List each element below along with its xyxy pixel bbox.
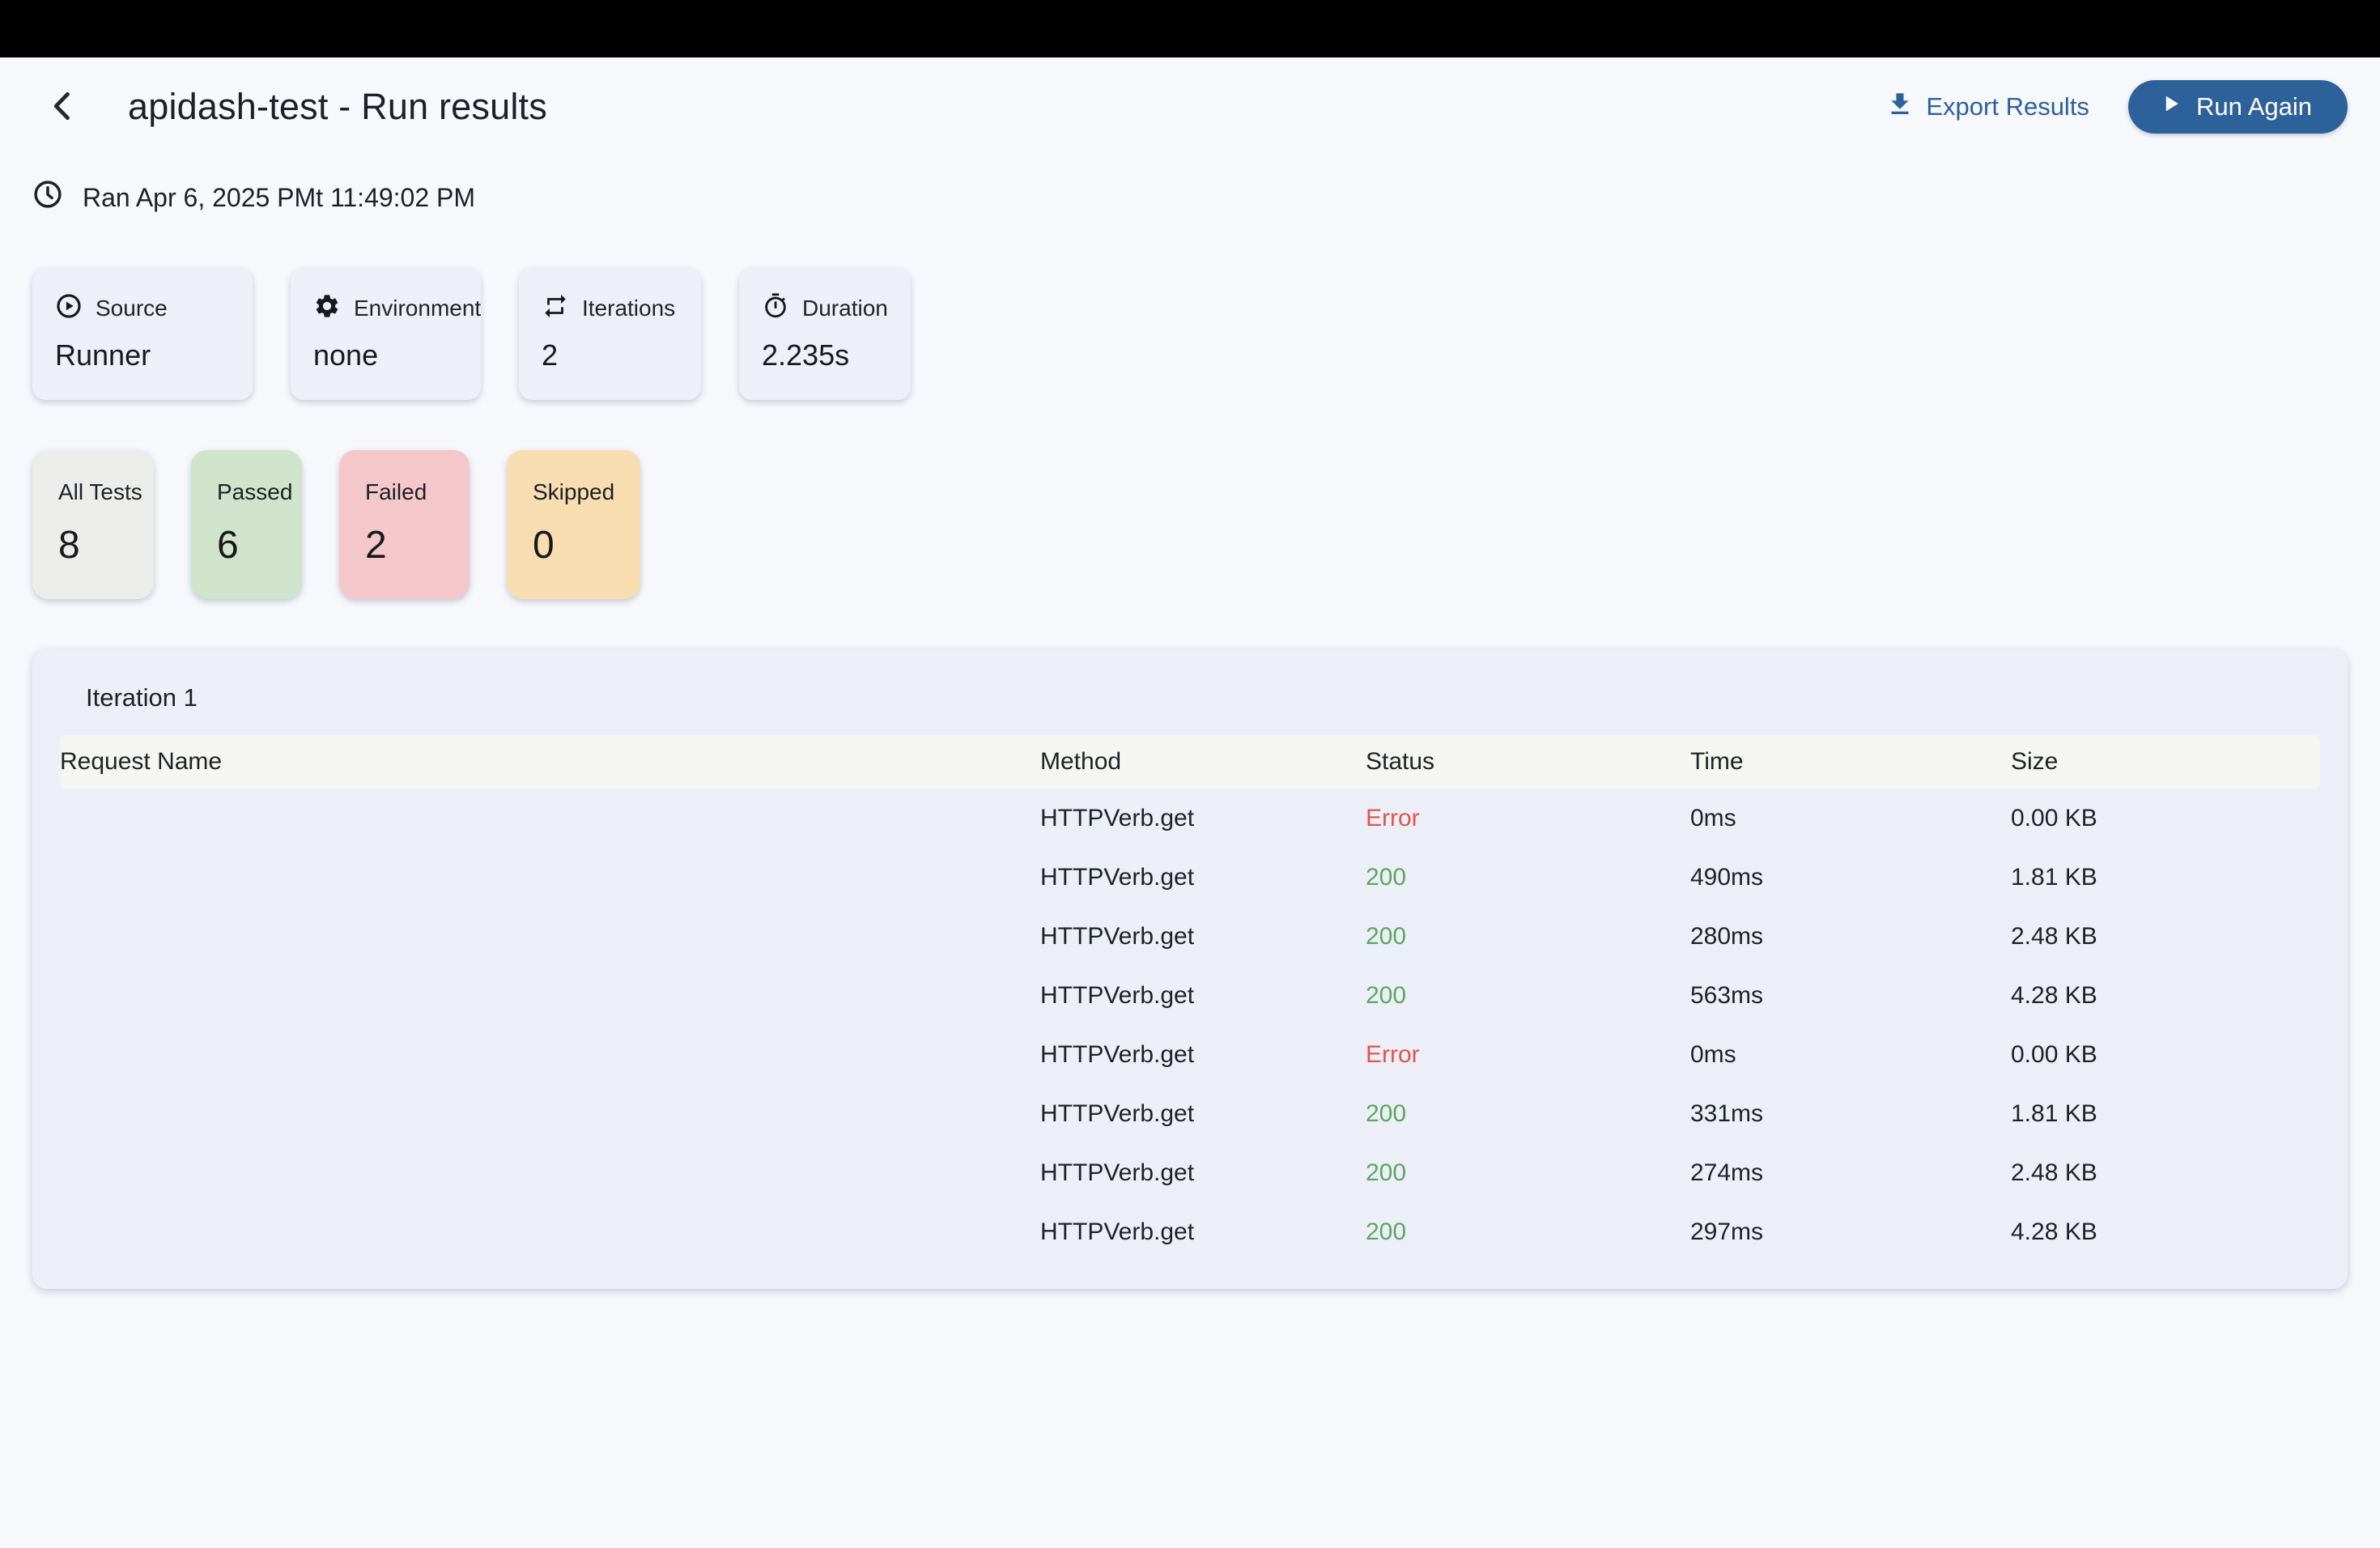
summary-card-label: Passed bbox=[217, 479, 276, 505]
export-results-button[interactable]: Export Results bbox=[1885, 89, 2089, 125]
cell-time: 0ms bbox=[1690, 1041, 2011, 1069]
export-results-label: Export Results bbox=[1926, 92, 2089, 121]
play-icon bbox=[2159, 91, 2183, 122]
info-card-label: Source bbox=[96, 296, 168, 321]
test-summary-cards: All Tests 8 Passed 6 Failed 2 Skipped 0 bbox=[32, 450, 2348, 599]
cell-method: HTTPVerb.get bbox=[1040, 1218, 1366, 1246]
summary-card-label: All Tests bbox=[58, 479, 128, 505]
page-title: apidash-test - Run results bbox=[128, 86, 547, 128]
summary-card-label: Failed bbox=[365, 479, 444, 505]
cell-time: 563ms bbox=[1690, 982, 2011, 1010]
table-row[interactable]: HTTPVerb.get 200 563ms 4.28 KB bbox=[60, 966, 2320, 1025]
cell-time: 490ms bbox=[1690, 864, 2011, 891]
table-row[interactable]: HTTPVerb.get Error 0ms 0.00 KB bbox=[60, 789, 2320, 848]
iteration-results-panel: Iteration 1 Request Name Method Status T… bbox=[32, 649, 2348, 1289]
info-card-label: Iterations bbox=[582, 296, 675, 321]
iteration-title: Iteration 1 bbox=[86, 683, 2320, 712]
run-results-page: apidash-test - Run results Export Result… bbox=[0, 79, 2380, 1289]
cell-status: 200 bbox=[1366, 1100, 1690, 1128]
run-info-cards: Source Runner Environment none Iteration… bbox=[32, 268, 2348, 400]
cell-size: 2.48 KB bbox=[2011, 1159, 2320, 1187]
table-row[interactable]: HTTPVerb.get 200 297ms 4.28 KB bbox=[60, 1202, 2320, 1261]
cell-status: 200 bbox=[1366, 982, 1690, 1010]
repeat-icon bbox=[542, 292, 569, 324]
column-header: Size bbox=[2011, 748, 2320, 776]
column-header: Method bbox=[1040, 748, 1366, 776]
back-button[interactable] bbox=[42, 86, 84, 128]
timer-icon bbox=[762, 292, 789, 324]
cell-method: HTTPVerb.get bbox=[1040, 982, 1366, 1010]
info-card-value: none bbox=[313, 338, 458, 372]
info-card-label: Duration bbox=[802, 296, 888, 321]
table-row[interactable]: HTTPVerb.get 200 280ms 2.48 KB bbox=[60, 907, 2320, 966]
results-table-header: Request Name Method Status Time Size bbox=[60, 735, 2320, 789]
column-header: Time bbox=[1690, 748, 2011, 776]
info-card-header: Duration bbox=[762, 292, 888, 324]
summary-card: All Tests 8 bbox=[32, 450, 154, 599]
cell-size: 4.28 KB bbox=[2011, 1218, 2320, 1246]
cell-method: HTTPVerb.get bbox=[1040, 923, 1366, 950]
results-table-body: HTTPVerb.get Error 0ms 0.00 KB HTTPVerb.… bbox=[60, 789, 2320, 1261]
cell-method: HTTPVerb.get bbox=[1040, 1100, 1366, 1128]
cell-time: 297ms bbox=[1690, 1218, 2011, 1246]
run-timestamp-label: Ran Apr 6, 2025 PMt 11:49:02 PM bbox=[83, 183, 475, 213]
cell-status: 200 bbox=[1366, 864, 1690, 891]
cell-size: 1.81 KB bbox=[2011, 1100, 2320, 1128]
cell-status: Error bbox=[1366, 1041, 1690, 1069]
column-header: Status bbox=[1366, 748, 1690, 776]
table-row[interactable]: HTTPVerb.get 200 331ms 1.81 KB bbox=[60, 1084, 2320, 1143]
column-header: Request Name bbox=[60, 748, 1040, 776]
summary-card-count: 2 bbox=[365, 523, 444, 568]
title-bar: apidash-test - Run results Export Result… bbox=[32, 79, 2348, 135]
cell-method: HTTPVerb.get bbox=[1040, 805, 1366, 832]
cell-method: HTTPVerb.get bbox=[1040, 1159, 1366, 1187]
summary-card: Skipped 0 bbox=[507, 450, 640, 599]
run-timestamp: Ran Apr 6, 2025 PMt 11:49:02 PM bbox=[32, 179, 2348, 216]
summary-card-count: 0 bbox=[533, 523, 614, 568]
info-card: Iterations 2 bbox=[519, 268, 701, 400]
system-black-bar bbox=[0, 0, 2380, 57]
info-card-value: 2 bbox=[542, 338, 678, 372]
info-card-value: Runner bbox=[55, 338, 230, 372]
info-card-header: Source bbox=[55, 292, 230, 324]
info-card: Source Runner bbox=[32, 268, 253, 400]
info-card-value: 2.235s bbox=[762, 338, 888, 372]
info-card-label: Environment bbox=[354, 296, 481, 321]
summary-card-label: Skipped bbox=[533, 479, 614, 505]
info-card-header: Iterations bbox=[542, 292, 678, 324]
cell-status: 200 bbox=[1366, 923, 1690, 950]
cell-method: HTTPVerb.get bbox=[1040, 864, 1366, 891]
cell-method: HTTPVerb.get bbox=[1040, 1041, 1366, 1069]
table-row[interactable]: HTTPVerb.get 200 274ms 2.48 KB bbox=[60, 1143, 2320, 1202]
cell-size: 0.00 KB bbox=[2011, 805, 2320, 832]
cell-size: 1.81 KB bbox=[2011, 864, 2320, 891]
cell-time: 280ms bbox=[1690, 923, 2011, 950]
clock-icon bbox=[32, 179, 63, 216]
summary-card-count: 8 bbox=[58, 523, 128, 568]
cell-status: Error bbox=[1366, 805, 1690, 832]
cell-size: 2.48 KB bbox=[2011, 923, 2320, 950]
table-row[interactable]: HTTPVerb.get Error 0ms 0.00 KB bbox=[60, 1025, 2320, 1084]
info-card-header: Environment bbox=[313, 292, 458, 324]
table-row[interactable]: HTTPVerb.get 200 490ms 1.81 KB bbox=[60, 848, 2320, 907]
info-card: Duration 2.235s bbox=[739, 268, 911, 400]
cell-time: 0ms bbox=[1690, 805, 2011, 832]
cell-time: 331ms bbox=[1690, 1100, 2011, 1128]
run-again-button[interactable]: Run Again bbox=[2128, 80, 2348, 134]
chevron-left-icon bbox=[45, 88, 81, 126]
cell-status: 200 bbox=[1366, 1218, 1690, 1246]
download-icon bbox=[1885, 89, 1915, 125]
cell-status: 200 bbox=[1366, 1159, 1690, 1187]
cell-size: 0.00 KB bbox=[2011, 1041, 2320, 1069]
run-again-label: Run Again bbox=[2196, 92, 2312, 121]
gear-icon bbox=[313, 292, 341, 324]
title-bar-actions: Export Results Run Again bbox=[1885, 80, 2348, 134]
cell-size: 4.28 KB bbox=[2011, 982, 2320, 1010]
play-circle-icon bbox=[55, 292, 83, 324]
summary-card: Failed 2 bbox=[339, 450, 470, 599]
info-card: Environment none bbox=[291, 268, 481, 400]
summary-card: Passed 6 bbox=[191, 450, 302, 599]
summary-card-count: 6 bbox=[217, 523, 276, 568]
cell-time: 274ms bbox=[1690, 1159, 2011, 1187]
